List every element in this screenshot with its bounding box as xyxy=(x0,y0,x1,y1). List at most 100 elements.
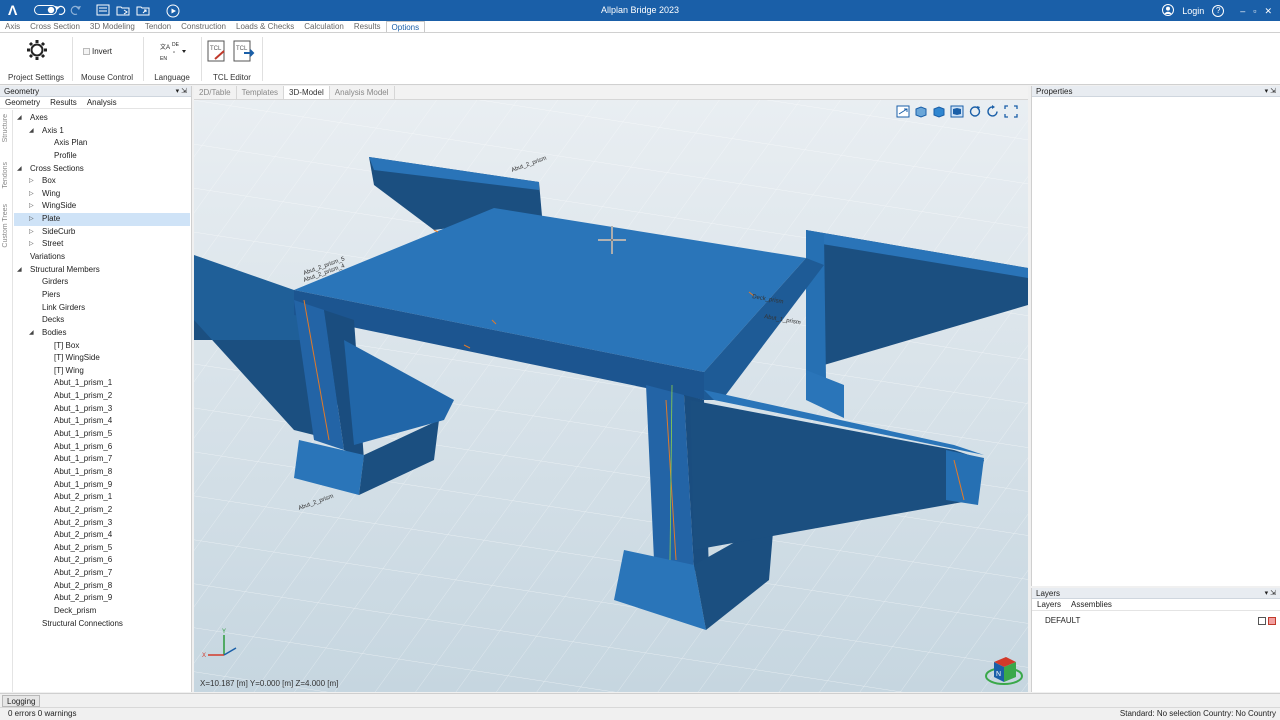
collapsed-arrow-icon[interactable]: ▷ xyxy=(29,188,34,201)
tree-node[interactable]: Abut_1_prism_6 xyxy=(14,441,190,454)
view-front-icon[interactable] xyxy=(914,105,928,118)
expanded-arrow-icon[interactable]: ◢ xyxy=(17,112,22,125)
panel-pin-icon[interactable]: ▾ ⇲ xyxy=(176,86,187,97)
vtab-tendons[interactable]: Tendons xyxy=(2,162,9,188)
tree-node[interactable]: ▷ SideCurb xyxy=(14,226,190,239)
menu-tab-loads-checks[interactable]: Loads & Checks xyxy=(231,21,299,32)
tree-node[interactable]: [T] Wing xyxy=(14,365,190,378)
menu-tab-results[interactable]: Results xyxy=(349,21,386,32)
tree-node[interactable]: Link Girders xyxy=(14,302,190,315)
tree-node[interactable]: Abut_2_prism_9 xyxy=(14,592,190,605)
login-link[interactable]: Login xyxy=(1182,6,1204,16)
bridge-model-canvas[interactable]: Abut_2_prism_5 Abut_2_prism_4 Deck_prism… xyxy=(194,100,1028,692)
tree-node[interactable]: ▷ Wing xyxy=(14,188,190,201)
tab-analysis-model[interactable]: Analysis Model xyxy=(330,86,395,99)
panel-pin-icon[interactable]: ▾ ⇲ xyxy=(1265,86,1276,97)
tree-node[interactable]: Deck_prism xyxy=(14,605,190,618)
project-settings-label: Project Settings xyxy=(7,73,65,82)
tree-node[interactable]: Abut_1_prism_3 xyxy=(14,403,190,416)
tree-node[interactable]: Abut_1_prism_7 xyxy=(14,453,190,466)
tree-node[interactable]: Abut_2_prism_7 xyxy=(14,567,190,580)
tree-node[interactable]: ▷ WingSide xyxy=(14,200,190,213)
panel-pin-icon[interactable]: ▾ ⇲ xyxy=(1265,588,1276,599)
tree-node[interactable]: Abut_2_prism_2 xyxy=(14,504,190,517)
tree-node[interactable]: Abut_1_prism_5 xyxy=(14,428,190,441)
collapsed-arrow-icon[interactable]: ▷ xyxy=(29,226,34,239)
project-settings-button[interactable]: Project Settings xyxy=(4,33,68,85)
refresh-icon[interactable] xyxy=(968,105,982,118)
tree-node[interactable]: [T] Box xyxy=(14,340,190,353)
expanded-arrow-icon[interactable]: ◢ xyxy=(17,163,22,176)
tree-node[interactable]: Variations xyxy=(14,251,190,264)
tree-node[interactable]: ▷ Box xyxy=(14,175,190,188)
expanded-arrow-icon[interactable]: ◢ xyxy=(17,264,22,277)
tab-geometry[interactable]: Geometry xyxy=(0,97,45,108)
tree-node[interactable]: ◢ Axis 1 xyxy=(14,125,190,138)
rotate-icon[interactable] xyxy=(986,105,1000,118)
tree-node[interactable]: Abut_1_prism_2 xyxy=(14,390,190,403)
view-iso-icon[interactable] xyxy=(932,105,946,118)
close-icon[interactable]: ✕ xyxy=(1264,6,1272,17)
language-button[interactable]: 文A DE EN ” Language xyxy=(148,33,196,85)
user-icon[interactable] xyxy=(1162,4,1175,18)
zoom-extents-icon[interactable] xyxy=(896,105,910,118)
tree-node[interactable]: Abut_2_prism_4 xyxy=(14,529,190,542)
tree-node[interactable]: Abut_1_prism_4 xyxy=(14,415,190,428)
maximize-icon[interactable]: ▫ xyxy=(1253,6,1256,16)
tree-node[interactable]: Girders xyxy=(14,276,190,289)
tree-node[interactable]: Abut_2_prism_1 xyxy=(14,491,190,504)
minimize-icon[interactable]: – xyxy=(1240,6,1245,16)
collapsed-arrow-icon[interactable]: ▷ xyxy=(29,175,34,188)
fullscreen-icon[interactable] xyxy=(1004,105,1018,118)
tab-analysis[interactable]: Analysis xyxy=(82,97,122,108)
tree-node[interactable]: Axis Plan xyxy=(14,137,190,150)
layer-row[interactable]: DEFAULT xyxy=(1045,616,1276,625)
tree-node[interactable]: ▷ Street xyxy=(14,238,190,251)
collapsed-arrow-icon[interactable]: ▷ xyxy=(29,200,34,213)
tree-node[interactable]: ◢ Structural Members xyxy=(14,264,190,277)
menu-tab-3d-modeling[interactable]: 3D Modeling xyxy=(85,21,140,32)
menu-tab-axis[interactable]: Axis xyxy=(0,21,25,32)
tree-node[interactable]: ◢ Bodies xyxy=(14,327,190,340)
logging-tab[interactable]: Logging xyxy=(2,695,41,707)
layer-color-swatch[interactable] xyxy=(1268,617,1276,625)
tree-node[interactable]: Structural Connections xyxy=(14,618,190,631)
vtab-structure[interactable]: Structure xyxy=(2,114,9,142)
menu-tab-construction[interactable]: Construction xyxy=(176,21,231,32)
tab-results[interactable]: Results xyxy=(45,97,82,108)
view-top-icon[interactable] xyxy=(950,105,964,118)
tcl-editor-button[interactable]: TCL TCL TCL Editor xyxy=(206,33,258,85)
tree-node[interactable]: Abut_1_prism_9 xyxy=(14,479,190,492)
tree-node[interactable]: ◢ Cross Sections xyxy=(14,163,190,176)
menu-tab-options[interactable]: Options xyxy=(385,21,426,32)
tree-node[interactable]: Abut_1_prism_1 xyxy=(14,377,190,390)
help-icon[interactable]: ? xyxy=(1212,5,1225,17)
tree-node[interactable]: Abut_2_prism_3 xyxy=(14,517,190,530)
tree-node[interactable]: Profile xyxy=(14,150,190,163)
tree-node[interactable]: Abut_2_prism_5 xyxy=(14,542,190,555)
vtab-custom-trees[interactable]: Custom Trees xyxy=(2,204,9,248)
tab-layers[interactable]: Layers xyxy=(1032,599,1066,610)
tree-node[interactable]: ▷ Plate xyxy=(14,213,190,226)
layer-visibility-checkbox[interactable] xyxy=(1258,617,1266,625)
tree-node[interactable]: Abut_1_prism_8 xyxy=(14,466,190,479)
tree-node[interactable]: Abut_2_prism_8 xyxy=(14,580,190,593)
tab-3d-model[interactable]: 3D-Model xyxy=(284,86,330,99)
menu-tab-tendon[interactable]: Tendon xyxy=(140,21,176,32)
expanded-arrow-icon[interactable]: ◢ xyxy=(29,327,34,340)
tree-node[interactable]: [T] WingSide xyxy=(14,352,190,365)
collapsed-arrow-icon[interactable]: ▷ xyxy=(29,238,34,251)
tree-node[interactable]: ◢ Axes xyxy=(14,112,190,125)
invert-checkbox[interactable] xyxy=(83,48,90,55)
tree-node[interactable]: Abut_2_prism_6 xyxy=(14,554,190,567)
tab-templates[interactable]: Templates xyxy=(237,86,285,99)
3d-viewport[interactable]: Abut_2_prism_5 Abut_2_prism_4 Deck_prism… xyxy=(194,100,1028,692)
menu-tab-cross-section[interactable]: Cross Section xyxy=(25,21,85,32)
tree-node[interactable]: Decks xyxy=(14,314,190,327)
collapsed-arrow-icon[interactable]: ▷ xyxy=(29,213,34,226)
tree-node[interactable]: Piers xyxy=(14,289,190,302)
tab-2d-table[interactable]: 2D/Table xyxy=(194,86,237,99)
expanded-arrow-icon[interactable]: ◢ xyxy=(29,125,34,138)
menu-tab-calculation[interactable]: Calculation xyxy=(299,21,349,32)
tab-assemblies[interactable]: Assemblies xyxy=(1066,599,1117,610)
